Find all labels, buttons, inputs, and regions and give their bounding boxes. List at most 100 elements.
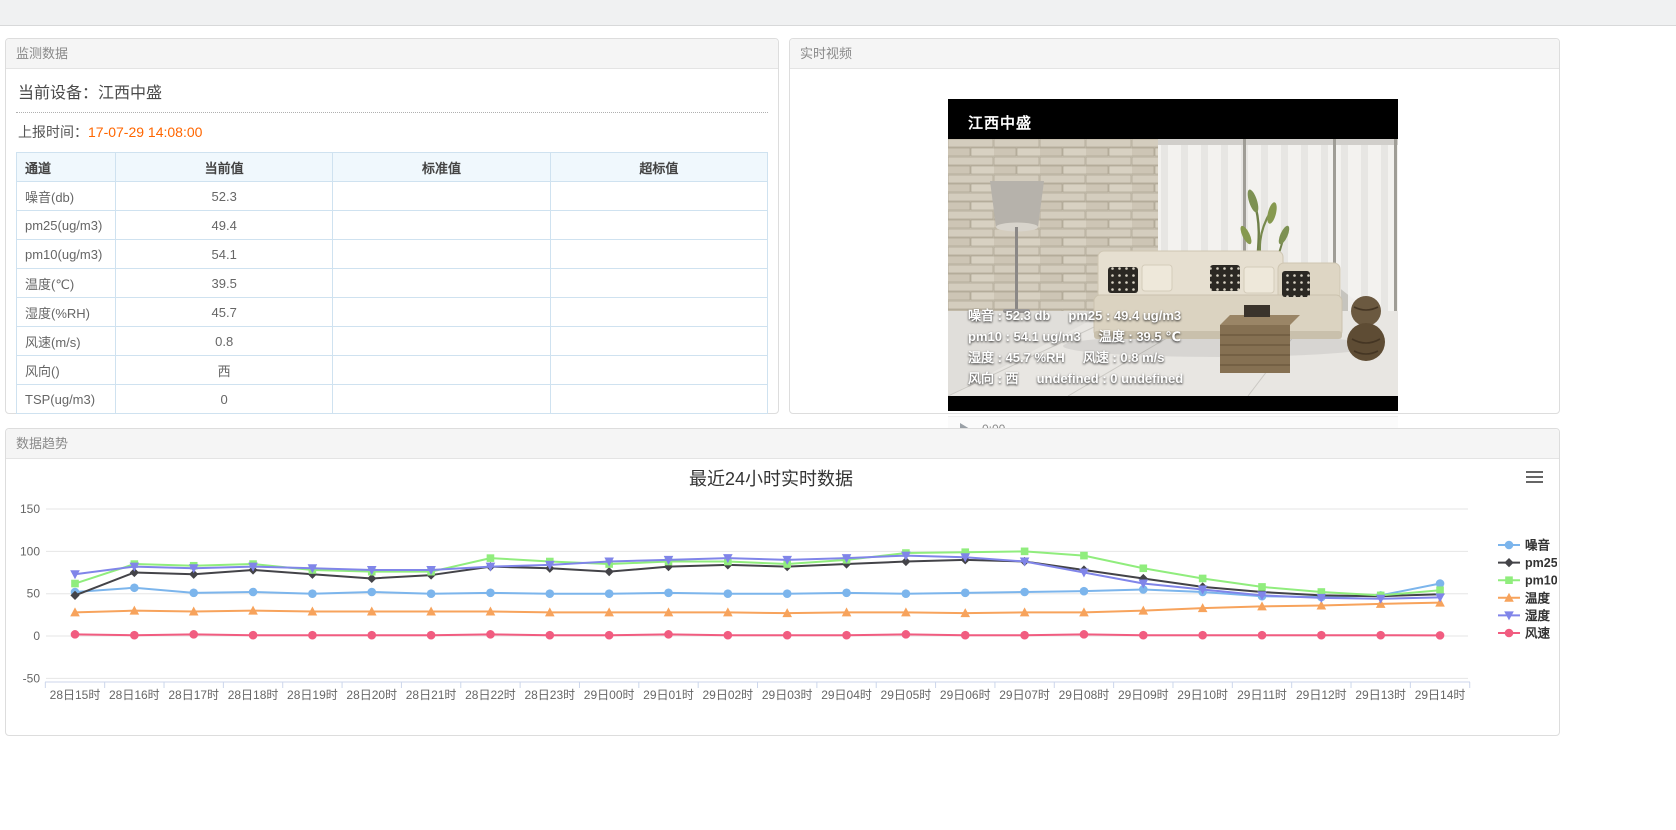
- data-point-marker: [724, 589, 733, 598]
- video-panel-header: 实时视频: [790, 39, 1559, 69]
- x-axis-label: 29日14时: [1415, 688, 1466, 702]
- x-axis-label: 29日11时: [1237, 688, 1287, 702]
- value-cell: [333, 240, 550, 269]
- monitor-panel-title: 监测数据: [16, 46, 68, 61]
- value-cell: 45.7: [116, 298, 333, 327]
- value-cell: [333, 356, 550, 385]
- data-point-marker: [249, 588, 258, 597]
- table-row: 噪音(db)52.3: [17, 182, 768, 211]
- x-axis-label: 29日08时: [1059, 688, 1110, 702]
- column-header: 当前值: [116, 153, 333, 182]
- data-point-marker: [1258, 583, 1266, 591]
- current-device-line: 当前设备：江西中盛: [16, 69, 768, 113]
- x-axis-label: 29日10时: [1177, 688, 1228, 702]
- value-cell: [550, 269, 767, 298]
- data-point-marker: [605, 589, 614, 598]
- data-point-marker: [546, 631, 555, 640]
- data-point-marker: [664, 630, 673, 639]
- value-cell: [550, 182, 767, 211]
- value-cell: [333, 269, 550, 298]
- data-point-marker: [1505, 541, 1514, 550]
- value-cell: [333, 211, 550, 240]
- data-point-marker: [902, 630, 911, 639]
- legend-item-3[interactable]: 温度: [1498, 590, 1551, 605]
- data-point-marker: [1198, 631, 1207, 640]
- data-point-marker: [605, 567, 614, 576]
- x-axis-label: 28日22时: [465, 688, 516, 702]
- value-cell: 52.3: [116, 182, 333, 211]
- table-row: TSP(ug/m3)0: [17, 385, 768, 414]
- column-header: 超标值: [550, 153, 767, 182]
- data-point-marker: [664, 589, 673, 598]
- data-point-marker: [1080, 552, 1088, 560]
- legend-label: pm10: [1525, 574, 1557, 588]
- series-line: [75, 603, 1440, 614]
- report-time-line: 上报时间：17-07-29 14:08:00: [16, 113, 768, 148]
- data-point-marker: [1258, 631, 1267, 640]
- legend-item-2[interactable]: pm10: [1498, 574, 1557, 588]
- channel-cell: pm25(ug/m3): [17, 211, 116, 240]
- data-point-marker: [367, 588, 376, 597]
- x-axis-label: 28日15时: [50, 688, 101, 702]
- trend-panel-header: 数据趋势: [6, 429, 1559, 459]
- data-point-marker: [724, 631, 733, 640]
- legend-item-1[interactable]: pm25: [1498, 556, 1557, 570]
- data-point-marker: [1376, 631, 1385, 640]
- sensor-overlay-line: 噪音 : 52.3 db pm25 : 49.4 ug/m3: [968, 305, 1183, 326]
- video-panel-title: 实时视频: [800, 46, 852, 61]
- value-cell: 0: [116, 385, 333, 414]
- data-point-marker: [189, 630, 198, 639]
- trend-panel: 数据趋势 最近24小时实时数据150100500-5028日15时28日16时2…: [5, 428, 1560, 736]
- data-point-marker: [130, 631, 139, 640]
- x-axis-label: 29日05时: [881, 688, 932, 702]
- value-cell: 西: [116, 356, 333, 385]
- legend-item-0[interactable]: 噪音: [1498, 538, 1551, 553]
- channel-cell: pm10(ug/m3): [17, 240, 116, 269]
- data-point-marker: [1140, 564, 1148, 572]
- column-header: 标准值: [333, 153, 550, 182]
- series-风速: [71, 630, 1445, 640]
- data-point-marker: [1504, 558, 1513, 567]
- x-axis-label: 29日12时: [1296, 688, 1347, 702]
- series-line: [75, 634, 1440, 635]
- value-cell: [550, 356, 767, 385]
- data-point-marker: [546, 589, 555, 598]
- value-cell: [550, 298, 767, 327]
- value-cell: [333, 385, 550, 414]
- legend-item-5[interactable]: 风速: [1498, 626, 1551, 641]
- data-point-marker: [783, 631, 792, 640]
- x-axis-label: 29日00时: [584, 688, 635, 702]
- data-point-marker: [189, 589, 198, 598]
- table-row: 湿度(%RH)45.7: [17, 298, 768, 327]
- table-row: 风向()西: [17, 356, 768, 385]
- data-point-marker: [249, 631, 258, 640]
- monitor-table: 通道当前值标准值超标值 噪音(db)52.3pm25(ug/m3)49.4pm1…: [16, 152, 768, 414]
- x-axis-label: 29日06时: [940, 688, 991, 702]
- channel-cell: 温度(℃): [17, 269, 116, 298]
- data-point-marker: [1080, 630, 1089, 639]
- data-point-marker: [1021, 548, 1029, 556]
- legend-item-4[interactable]: 湿度: [1498, 608, 1551, 623]
- data-point-marker: [367, 631, 376, 640]
- data-point-marker: [1020, 588, 1029, 597]
- data-point-marker: [902, 589, 911, 598]
- series-湿度: [70, 552, 1445, 604]
- legend-label: 温度: [1525, 590, 1551, 605]
- x-axis-label: 28日19时: [287, 688, 338, 702]
- column-header: 通道: [17, 153, 116, 182]
- x-axis-label: 29日07时: [999, 688, 1050, 702]
- chart-export-menu-icon[interactable]: [1526, 471, 1543, 486]
- series-line: [75, 560, 1440, 596]
- value-cell: [550, 385, 767, 414]
- data-point-marker: [130, 583, 139, 592]
- value-cell: 49.4: [116, 211, 333, 240]
- data-point-marker: [1139, 631, 1148, 640]
- x-axis-label: 29日01时: [643, 688, 694, 702]
- video-player[interactable]: 江西中盛: [948, 99, 1398, 411]
- y-axis-label: 100: [20, 544, 40, 558]
- x-axis-label: 29日03时: [762, 688, 813, 702]
- value-cell: [333, 298, 550, 327]
- table-row: pm25(ug/m3)49.4: [17, 211, 768, 240]
- data-point-marker: [1080, 587, 1089, 596]
- trend-chart-svg: 最近24小时实时数据150100500-5028日15时28日16时28日17时…: [6, 459, 1557, 737]
